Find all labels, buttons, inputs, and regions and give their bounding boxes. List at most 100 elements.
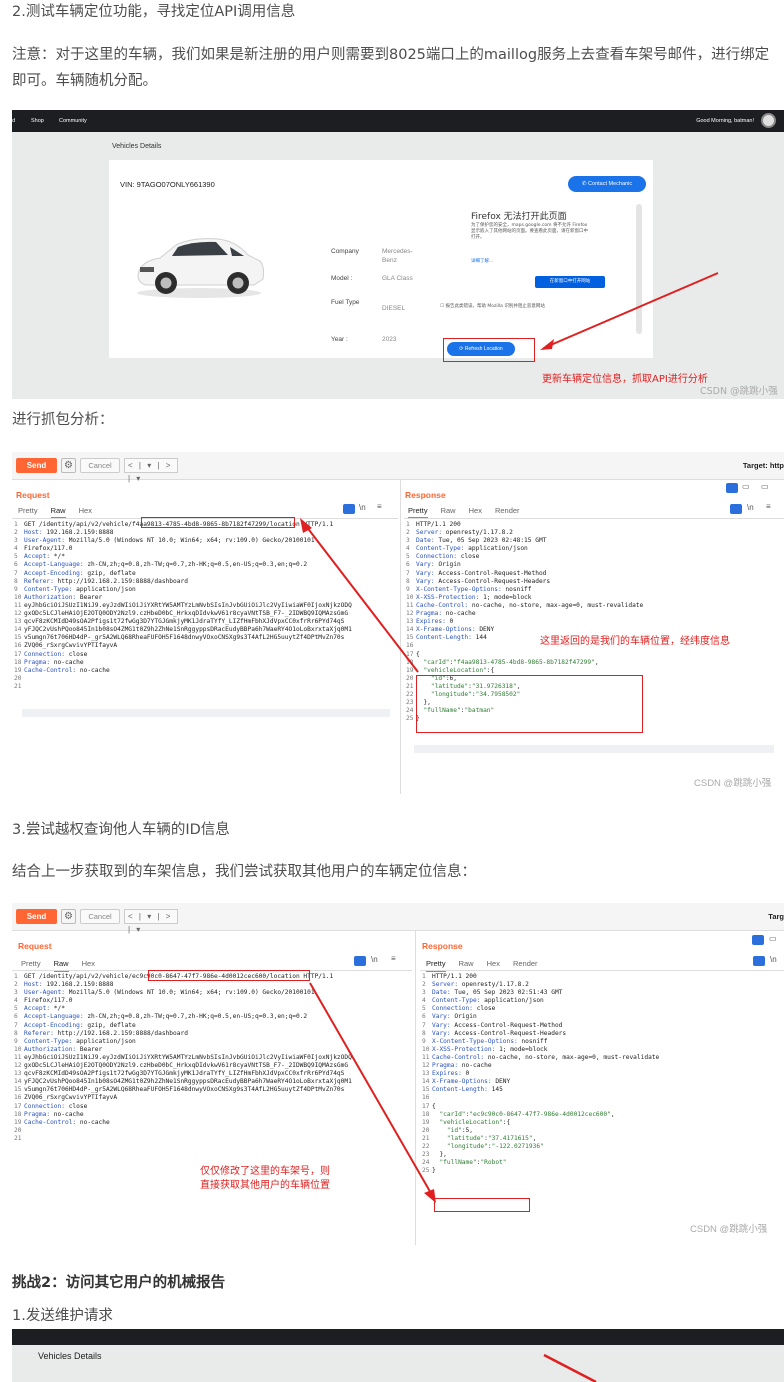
- tab-raw[interactable]: Raw: [441, 506, 456, 515]
- code-line: 5 Connection: close: [406, 553, 643, 561]
- line-number: 2: [14, 529, 18, 537]
- line-text: Cache-Control: no-cache: [24, 666, 110, 674]
- send-button[interactable]: Send: [16, 458, 57, 473]
- line-number: 6: [14, 561, 18, 569]
- line-text: Authorization: Bearer: [24, 593, 103, 601]
- tab-hex[interactable]: Hex: [487, 959, 500, 968]
- response-editor[interactable]: 1 HTTP/1.1 200 2 Server: openresty/1.17.8.2…: [404, 518, 784, 794]
- history-nav[interactable]: < | ▾ | > | ▾: [124, 458, 178, 483]
- menu-icon[interactable]: ≡: [766, 502, 771, 511]
- line-number: 9: [14, 585, 18, 593]
- learn-more-link[interactable]: 详细了解...: [471, 258, 493, 264]
- line-number: 3: [14, 537, 18, 545]
- layout-horizontal-icon[interactable]: ▭: [742, 482, 750, 491]
- code-line: 2 Server: openresty/1.17.8.2: [422, 981, 659, 989]
- line-number: 11: [14, 601, 22, 609]
- report-checkbox[interactable]: ☐ 报告此类错误，帮助 Mozilla 识别并阻止恶意网站: [440, 303, 545, 309]
- line-text: X-Content-Type-Options: nosniff: [432, 1037, 548, 1045]
- gear-icon[interactable]: ⚙: [61, 458, 76, 473]
- caret-line-highlight: [22, 709, 390, 717]
- line-number: 17: [14, 650, 22, 658]
- avatar[interactable]: [761, 113, 776, 128]
- target-label: Targ: [768, 912, 784, 921]
- fuel-type-label: Fuel Type: [331, 299, 360, 306]
- tab-render[interactable]: Render: [513, 959, 538, 968]
- line-text: User-Agent: Mozilla/5.0 (Windows NT 10.0…: [24, 989, 315, 997]
- newline-icon[interactable]: \n: [359, 503, 366, 512]
- line-number: 5: [14, 1005, 18, 1013]
- step3-paragraph: 结合上一步获取到的车架信息，我们尝试获取其他用户的车辆定位信息：: [12, 864, 476, 880]
- line-text: Pragma: no-cache: [24, 1110, 84, 1118]
- code-line: 10 X-XSS-Protection: 1; mode=block: [422, 1046, 659, 1054]
- message-actions-icon[interactable]: [753, 956, 765, 966]
- history-nav[interactable]: < | ▾ | > | ▾: [124, 909, 178, 934]
- annotation-arrow: [540, 272, 719, 350]
- code-line: 19 "vehicleLocation":{: [406, 667, 643, 675]
- layout-horizontal-icon[interactable]: ▭: [769, 934, 777, 943]
- nav-shop[interactable]: Shop: [31, 118, 44, 124]
- tab-raw[interactable]: Raw: [459, 959, 474, 968]
- line-text: Accept-Language: zh-CN,zh;q=0.8,zh-TW;q=…: [24, 1013, 308, 1021]
- line-number: 15: [14, 1086, 22, 1094]
- send-button[interactable]: Send: [16, 909, 57, 924]
- refresh-highlight-box: [443, 338, 535, 362]
- response-code[interactable]: 1 HTTP/1.1 200 2 Server: openresty/1.17.8.2…: [422, 973, 659, 1175]
- line-number: 19: [14, 666, 22, 674]
- nav-community[interactable]: Community: [59, 118, 87, 124]
- line-number: 20: [14, 674, 22, 682]
- report-checkbox-label: 报告此类错误，帮助 Mozilla 识别并阻止恶意网站: [445, 304, 545, 309]
- line-text: Accept-Encoding: gzip, deflate: [24, 569, 136, 577]
- message-actions-icon[interactable]: [354, 956, 366, 966]
- code-line: 16: [422, 1094, 659, 1102]
- newline-icon[interactable]: \n: [770, 955, 777, 964]
- tab-pretty[interactable]: Pretty: [18, 506, 38, 515]
- menu-icon[interactable]: ≡: [377, 502, 382, 511]
- tab-hex[interactable]: Hex: [469, 506, 482, 515]
- code-line: 19 "vehicleLocation":{: [422, 1119, 659, 1127]
- line-text: Accept-Encoding: gzip, deflate: [24, 1021, 136, 1029]
- model-value: GLA Class: [382, 275, 413, 282]
- line-text: Firefox/117.0: [24, 997, 73, 1005]
- line-text: "fullName":"Robot": [439, 1159, 507, 1167]
- message-actions-icon[interactable]: [343, 504, 355, 514]
- contact-mechanic-button[interactable]: ✆ Contact Mechanic: [568, 176, 646, 192]
- capture-heading: 进行抓包分析：: [12, 412, 114, 428]
- tab-pretty[interactable]: Pretty: [21, 959, 41, 968]
- newline-icon[interactable]: \n: [371, 955, 378, 964]
- gear-icon[interactable]: ⚙: [61, 909, 76, 924]
- year-value: 2023: [382, 336, 397, 343]
- line-number: 14: [14, 626, 22, 634]
- tab-render[interactable]: Render: [495, 506, 520, 515]
- challenge2-heading: 挑战2：访问其它用户的机械报告: [12, 1275, 226, 1291]
- tab-hex[interactable]: Hex: [79, 506, 92, 515]
- tab-hex[interactable]: Hex: [82, 959, 95, 968]
- layout-split-icon[interactable]: [726, 483, 738, 493]
- code-line: 21 "latitude":"37.4171615",: [422, 1135, 659, 1143]
- line-number: 4: [14, 545, 18, 553]
- line-number: 23: [406, 699, 414, 707]
- code-line: 21: [14, 683, 352, 691]
- code-line: 1 HTTP/1.1 200: [422, 973, 659, 981]
- code-line: 9 X-Content-Type-Options: nosniff: [406, 586, 643, 594]
- layout-vertical-icon[interactable]: ▭: [761, 482, 769, 491]
- response-tabs: Pretty Raw Hex Render: [426, 959, 551, 972]
- layout-split-icon[interactable]: [752, 935, 764, 945]
- page-background: [12, 1345, 784, 1382]
- cancel-button[interactable]: Cancel: [80, 458, 120, 473]
- menu-icon[interactable]: ≡: [391, 954, 396, 963]
- nav-item[interactable]: d: [12, 118, 15, 124]
- line-text: Server: openresty/1.17.8.2: [432, 981, 529, 989]
- step1-heading: 1.发送维护请求: [12, 1308, 113, 1324]
- line-text: Content-Length: 145: [432, 1086, 503, 1094]
- line-text: Accept: */*: [24, 1005, 65, 1013]
- line-number: 3: [14, 989, 18, 997]
- line-text: Cache-Control: no-cache, no-store, max-a…: [416, 601, 644, 609]
- line-text: Accept-Language: zh-CN,zh;q=0.8,zh-TW;q=…: [24, 561, 308, 569]
- vehicle-details-screenshot-2: Vehicles Details: [12, 1329, 784, 1382]
- cancel-button[interactable]: Cancel: [80, 909, 120, 924]
- line-text: X-Frame-Options: DENY: [432, 1078, 511, 1086]
- code-line: 3 Date: Tue, 05 Sep 2023 02:48:15 GMT: [406, 537, 643, 545]
- message-actions-icon[interactable]: [730, 504, 742, 514]
- line-number: 1: [14, 973, 18, 980]
- newline-icon[interactable]: \n: [747, 503, 754, 512]
